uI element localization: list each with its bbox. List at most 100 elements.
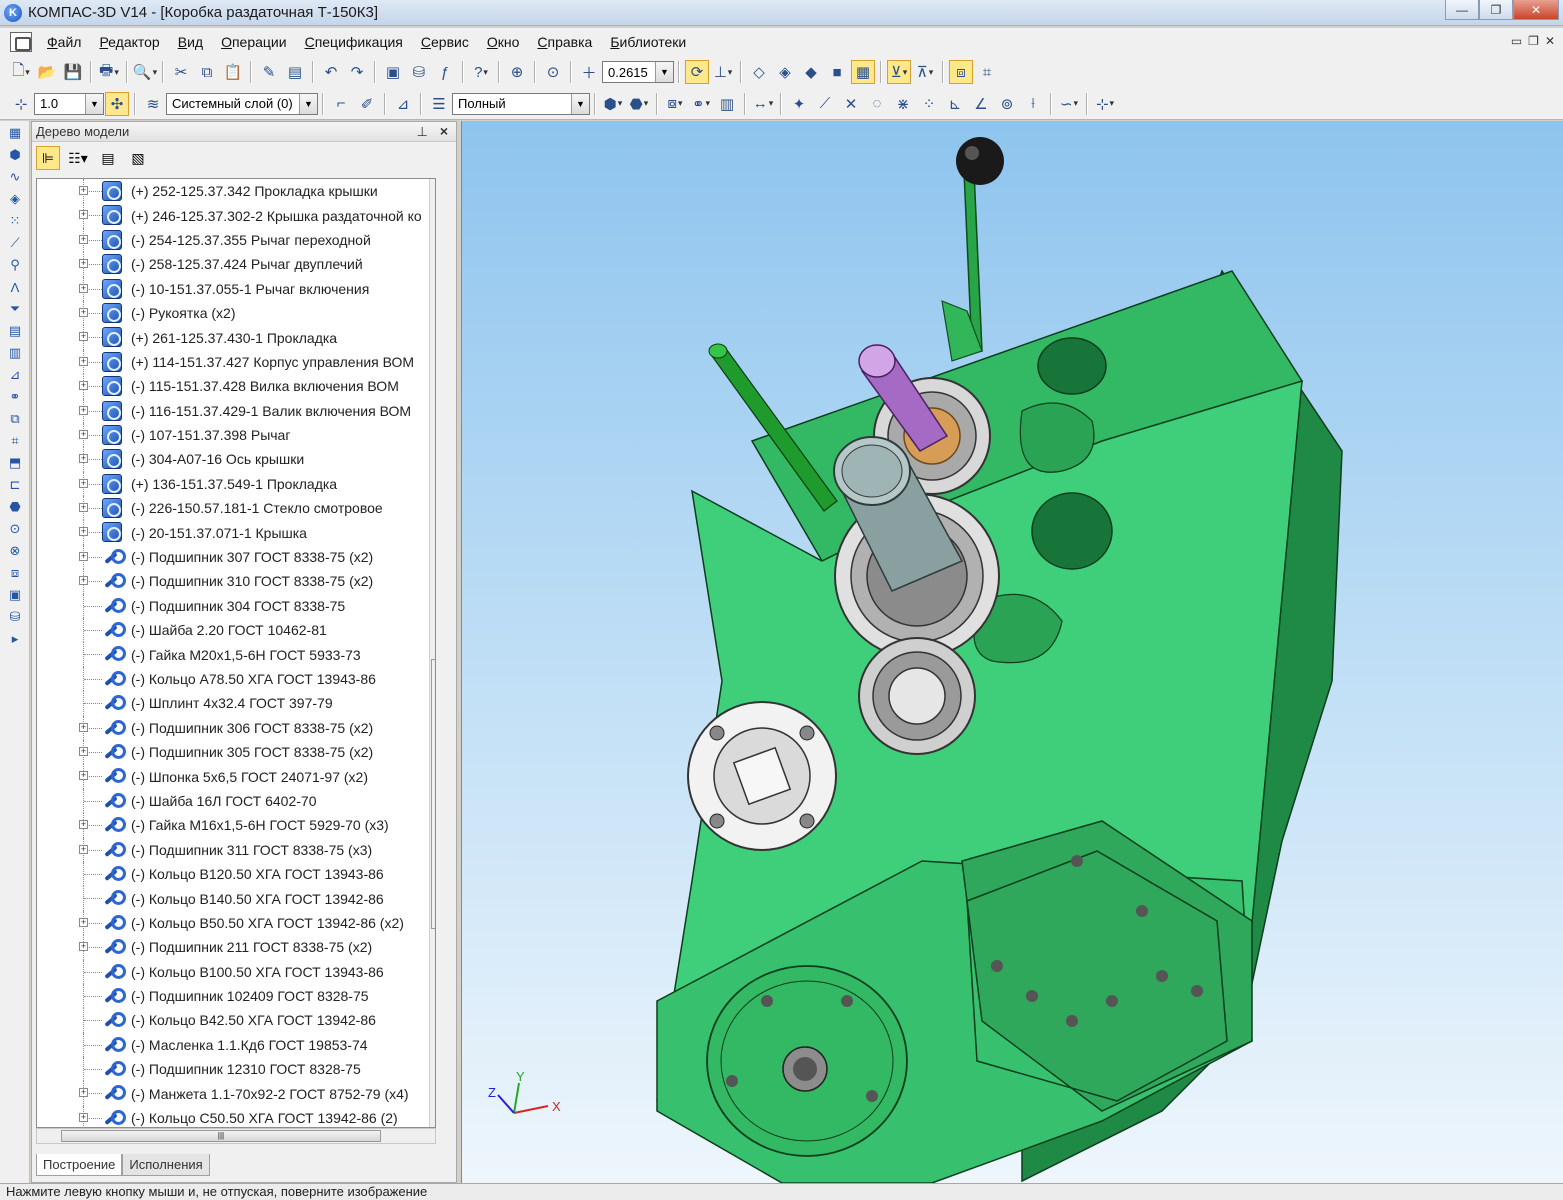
- tree-structure-icon[interactable]: ☷▾: [66, 146, 90, 170]
- hidden-thin-icon[interactable]: ◆: [799, 60, 823, 84]
- fasteners-icon[interactable]: ⚲: [4, 255, 26, 275]
- tree-item[interactable]: + (-) Подшипник 211 ГОСТ 8338-75 (x2): [37, 935, 435, 960]
- drawing-icon[interactable]: ▣: [4, 585, 26, 605]
- menu-libraries[interactable]: Библиотеки: [601, 34, 695, 50]
- line-icon[interactable]: ⟋: [813, 92, 837, 116]
- expand-icon[interactable]: +: [79, 1112, 88, 1122]
- reports-icon[interactable]: ▥: [4, 343, 26, 363]
- local-cs-icon[interactable]: ⊹: [9, 92, 33, 116]
- tree-item[interactable]: (-) Шайба 2.20 ГОСТ 10462-81: [37, 618, 435, 643]
- solid-ops-icon[interactable]: ⬢: [4, 145, 26, 165]
- expand-icon[interactable]: +: [79, 478, 88, 488]
- selection-icon[interactable]: ⧉: [4, 409, 26, 429]
- tree-item[interactable]: (-) Шплинт 4х32.4 ГОСТ 397-79: [37, 691, 435, 716]
- menu-help[interactable]: Справка: [528, 34, 601, 50]
- sketch-icon[interactable]: ⌐: [329, 92, 353, 116]
- expand-icon[interactable]: +: [79, 1088, 88, 1098]
- constraint-icon[interactable]: ⊹: [1093, 92, 1117, 116]
- tree-item[interactable]: (-) Масленка 1.1.Кд6 ГОСТ 19853-74: [37, 1032, 435, 1058]
- menu-operations[interactable]: Операции: [212, 34, 296, 50]
- center-icon[interactable]: ⊚: [995, 92, 1019, 116]
- array-icon[interactable]: ⧇: [663, 92, 687, 116]
- wireframe-icon[interactable]: ◇: [747, 60, 771, 84]
- menu-window[interactable]: Окно: [478, 34, 529, 50]
- select-icon[interactable]: ⊼: [913, 60, 937, 84]
- expand-icon[interactable]: +: [79, 844, 88, 854]
- open-folder-icon[interactable]: 📂: [35, 60, 59, 84]
- analysis-icon[interactable]: ⊙: [4, 519, 26, 539]
- more-tools-icon[interactable]: ▸: [4, 629, 26, 649]
- tree-item[interactable]: + (-) Рукоятка (x2): [37, 300, 435, 326]
- mate-icon[interactable]: ⚭: [689, 92, 713, 116]
- expand-icon[interactable]: +: [79, 429, 88, 439]
- minimize-button[interactable]: —: [1445, 0, 1479, 20]
- expand-icon[interactable]: +: [79, 356, 88, 366]
- mesh-icon[interactable]: ⧈: [4, 563, 26, 583]
- tab-variants[interactable]: Исполнения: [122, 1154, 210, 1176]
- scroll-down-icon[interactable]: ▼: [430, 1111, 435, 1127]
- expand-icon[interactable]: +: [79, 722, 88, 732]
- expand-icon[interactable]: +: [79, 234, 88, 244]
- tree-item[interactable]: (-) Подшипник 304 ГОСТ 8338-75: [37, 593, 435, 619]
- arrays-icon[interactable]: ⁙: [4, 211, 26, 231]
- tab-construction[interactable]: Построение: [36, 1154, 123, 1176]
- save-icon[interactable]: 💾: [61, 60, 85, 84]
- rotate-icon[interactable]: ⟳: [685, 60, 709, 84]
- zoom-all-icon[interactable]: ⊙: [541, 60, 565, 84]
- fix-icon[interactable]: ▥: [715, 92, 739, 116]
- expand-icon[interactable]: +: [79, 771, 88, 781]
- parameterization-icon[interactable]: ⊿: [391, 92, 415, 116]
- copy-icon[interactable]: ⧉: [195, 60, 219, 84]
- doc-close-button[interactable]: ✕: [1545, 34, 1555, 48]
- tree-order-icon[interactable]: ⊫: [36, 146, 60, 170]
- sketch-tools-icon[interactable]: Ʌ: [4, 277, 26, 297]
- expand-icon[interactable]: +: [79, 576, 88, 586]
- 3d-viewport[interactable]: X Y Z: [461, 121, 1563, 1183]
- tree-view-mode-icon[interactable]: ☰: [427, 92, 451, 116]
- layer-select[interactable]: Системный слой (0) ▼: [166, 92, 318, 115]
- tree-history-icon[interactable]: ▧: [126, 146, 150, 170]
- expand-icon[interactable]: +: [79, 503, 88, 513]
- chevron-down-icon[interactable]: ▼: [571, 93, 589, 114]
- extrude-icon[interactable]: ⬣: [627, 92, 651, 116]
- tree-item[interactable]: (-) Подшипник 102409 ГОСТ 8328-75: [37, 983, 435, 1009]
- tree-item[interactable]: + (-) Подшипник 310 ГОСТ 8338-75 (x2): [37, 569, 435, 594]
- grid-point-icon[interactable]: ⁘: [917, 92, 941, 116]
- zoom-window-icon[interactable]: ⊕: [505, 60, 529, 84]
- expand-icon[interactable]: +: [79, 381, 88, 391]
- tree-item[interactable]: + (-) 254-125.37.355 Рычаг переходной: [37, 227, 435, 253]
- tree-item[interactable]: (-) Подшипник 12310 ГОСТ 8328-75: [37, 1057, 435, 1082]
- component-edit-icon[interactable]: ⬢: [601, 92, 625, 116]
- menu-file[interactable]: Файл: [38, 34, 90, 50]
- tree-item[interactable]: (-) Гайка М20х1,5-6Н ГОСТ 5933-73: [37, 642, 435, 667]
- step-input[interactable]: 1.0 ▼: [34, 92, 104, 115]
- expand-icon[interactable]: +: [79, 405, 88, 415]
- scroll-thumb[interactable]: [431, 659, 435, 929]
- tree-item[interactable]: + (-) 226-150.57.181-1 Стекло смотровое: [37, 496, 435, 521]
- curve-icon[interactable]: ∽: [1057, 92, 1081, 116]
- expand-icon[interactable]: +: [79, 332, 88, 342]
- help-pointer-icon[interactable]: ?: [469, 60, 493, 84]
- measure-tools-icon[interactable]: ⌗: [4, 431, 26, 451]
- tree-vertical-scrollbar[interactable]: ▲ ▼: [429, 179, 435, 1127]
- expand-icon[interactable]: +: [79, 746, 88, 756]
- collision-icon[interactable]: ⊗: [4, 541, 26, 561]
- halftone-icon[interactable]: ■: [825, 60, 849, 84]
- chevron-down-icon[interactable]: ▼: [85, 93, 103, 114]
- menu-specification[interactable]: Спецификация: [296, 34, 412, 50]
- point-icon[interactable]: ✦: [787, 92, 811, 116]
- close-icon[interactable]: ×: [440, 123, 448, 139]
- filter-icon[interactable]: ⊻: [887, 60, 911, 84]
- menu-editor[interactable]: Редактор: [90, 34, 168, 50]
- tree-item[interactable]: + (-) 258-125.37.424 Рычаг двуплечий: [37, 252, 435, 277]
- view-mode-select[interactable]: Полный ▼: [452, 92, 590, 115]
- tree-item[interactable]: + (-) 20-151.37.071-1 Крышка: [37, 520, 435, 545]
- spec-icon[interactable]: ▤: [283, 60, 307, 84]
- angle-icon[interactable]: ∠: [969, 92, 993, 116]
- dimensions-icon[interactable]: ⊿: [4, 365, 26, 385]
- expand-icon[interactable]: +: [79, 259, 88, 269]
- tree-item[interactable]: + (-) 10-151.37.055-1 Рычаг включения: [37, 276, 435, 301]
- tree-item[interactable]: + (-) Манжета 1.1-70х92-2 ГОСТ 8752-79 (x…: [37, 1081, 435, 1106]
- tree-item[interactable]: + (-) 116-151.37.429-1 Валик включения ВО…: [37, 398, 435, 423]
- properties-icon[interactable]: ✎: [257, 60, 281, 84]
